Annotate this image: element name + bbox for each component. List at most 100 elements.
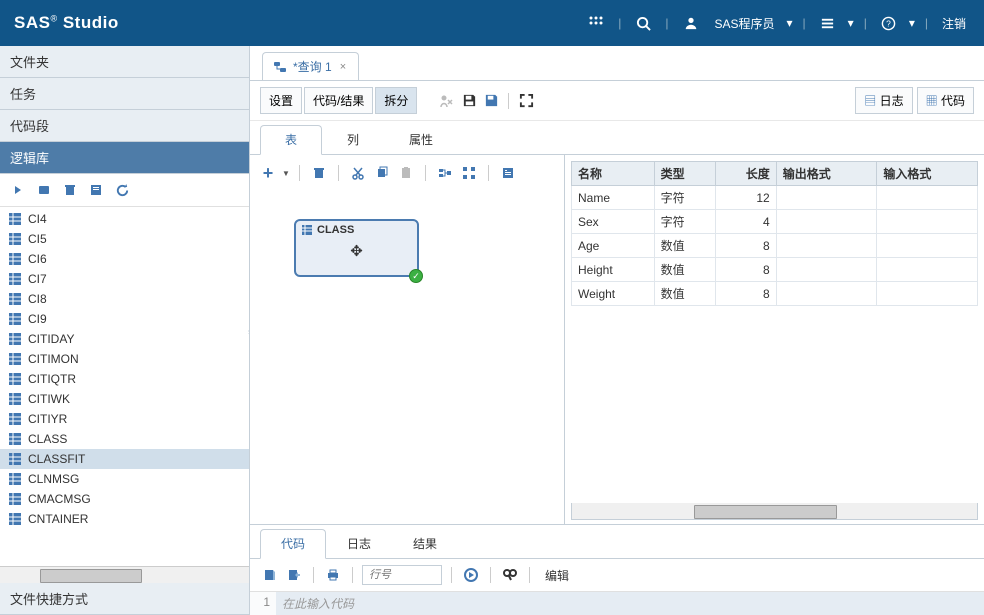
delete-icon[interactable] [60, 180, 80, 200]
open-icon[interactable] [260, 565, 280, 585]
add-icon[interactable]: + [258, 163, 278, 183]
dataset-icon [8, 472, 22, 486]
code-results-button[interactable]: 代码/结果 [304, 87, 373, 114]
dataset-icon [8, 252, 22, 266]
save-icon[interactable] [459, 91, 479, 111]
lineno-input[interactable] [362, 565, 442, 585]
settings-button[interactable]: 设置 [260, 87, 302, 114]
dataset-icon [8, 512, 22, 526]
section-folders[interactable]: 文件夹 [0, 46, 249, 78]
code-placeholder[interactable]: 在此输入代码 [276, 592, 984, 615]
col-header-length[interactable]: 长度 [715, 162, 776, 186]
panel-splitter[interactable]: ⋮ [246, 331, 250, 361]
table-row[interactable]: Sex字符4 [572, 210, 978, 234]
tab-code[interactable]: 代码 [260, 529, 326, 559]
columns-scrollbar[interactable] [571, 503, 978, 520]
editor-tabs: *查询 1 × [250, 46, 984, 81]
cut-icon[interactable] [348, 163, 368, 183]
tab-properties[interactable]: 属性 [384, 125, 458, 154]
tab-columns[interactable]: 列 [322, 125, 384, 154]
tree-item-citiyr[interactable]: CITIYR [0, 409, 249, 429]
section-shortcuts[interactable]: 文件快捷方式 [0, 583, 249, 615]
tree-item-ci8[interactable]: CI8 [0, 289, 249, 309]
col-header-name[interactable]: 名称 [572, 162, 655, 186]
query-icon [273, 60, 287, 74]
signout-button[interactable]: 注销 [938, 15, 970, 32]
col-header-informat[interactable]: 输入格式 [877, 162, 978, 186]
tab-table[interactable]: 表 [260, 125, 322, 155]
tree-item-citiwk[interactable]: CITIWK [0, 389, 249, 409]
svg-text:?: ? [886, 18, 891, 28]
col-header-outformat[interactable]: 输出格式 [776, 162, 877, 186]
table-row[interactable]: Name字符12 [572, 186, 978, 210]
table-row[interactable]: Weight数值8 [572, 282, 978, 306]
view-icon[interactable] [498, 163, 518, 183]
section-libraries[interactable]: 逻辑库 [0, 142, 249, 174]
more-icon[interactable] [816, 11, 840, 35]
programmer-icon[interactable] [679, 11, 703, 35]
table-node-class[interactable]: CLASS ✥ ✓ [294, 219, 419, 277]
tree-item-citimon[interactable]: CITIMON [0, 349, 249, 369]
tab-query-1[interactable]: *查询 1 × [262, 52, 359, 80]
tree-item-ci5[interactable]: CI5 [0, 229, 249, 249]
tab-log[interactable]: 日志 [326, 529, 392, 558]
tree-item-citiqtr[interactable]: CITIQTR [0, 369, 249, 389]
edit-label[interactable]: 编辑 [539, 567, 575, 584]
tree-item-clnmsg[interactable]: CLNMSG [0, 469, 249, 489]
code-editor[interactable]: 1 在此输入代码 [250, 591, 984, 615]
log-button[interactable]: ▤ 日志 [855, 87, 912, 114]
section-snippets[interactable]: 代码段 [0, 110, 249, 142]
tree-item-ci7[interactable]: CI7 [0, 269, 249, 289]
tree-scrollbar[interactable] [0, 566, 249, 583]
find-icon[interactable] [500, 565, 520, 585]
tree-item-cmacmsg[interactable]: CMACMSG [0, 489, 249, 509]
tree-item-cntainer[interactable]: CNTAINER [0, 509, 249, 529]
move-icon[interactable]: ✥ [350, 242, 363, 260]
columns-table: 名称 类型 长度 输出格式 输入格式 Name字符12Sex字符4Age数值8H… [571, 161, 978, 306]
app-logo: SAS® Studio [14, 13, 119, 33]
tree-item-label: CITIYR [28, 412, 67, 426]
library-tree[interactable]: CI4 CI5 CI6CI7CI8CI9CITIDAYCITIMONCITIQTR C… [0, 207, 249, 566]
tree-item-citiday[interactable]: CITIDAY [0, 329, 249, 349]
col-header-type[interactable]: 类型 [654, 162, 715, 186]
tree-item-ci4[interactable]: CI4 [0, 209, 249, 229]
section-tasks[interactable]: 任务 [0, 78, 249, 110]
tree-item-label: CNTAINER [28, 512, 88, 526]
query-canvas[interactable]: CLASS ✥ ✓ [258, 189, 556, 516]
layout-icon[interactable] [459, 163, 479, 183]
tree-item-class[interactable]: CLASS [0, 429, 249, 449]
tree-item-ci9[interactable]: CI9 [0, 309, 249, 329]
tab-results[interactable]: 结果 [392, 529, 458, 558]
refresh-icon[interactable] [112, 180, 132, 200]
apps-icon[interactable] [584, 11, 608, 35]
new-library-icon[interactable] [34, 180, 54, 200]
dataset-icon [8, 332, 22, 346]
table-row[interactable]: Height数值8 [572, 258, 978, 282]
fullscreen-icon[interactable] [516, 91, 536, 111]
help-icon[interactable]: ? [877, 11, 901, 35]
tree-item-label: CMACMSG [28, 492, 91, 506]
close-icon[interactable]: × [338, 61, 348, 73]
search-icon[interactable] [631, 11, 655, 35]
trash-icon[interactable] [309, 163, 329, 183]
app-header: SAS® Studio | | SAS程序员▾ | ▾ | ?▾ | 注销 [0, 0, 984, 46]
tree-item-label: CI5 [28, 232, 47, 246]
expand-icon[interactable] [8, 180, 28, 200]
user-menu[interactable]: SAS程序员 [711, 15, 779, 32]
table-row[interactable]: Age数值8 [572, 234, 978, 258]
saveas-icon[interactable] [481, 91, 501, 111]
goto-icon[interactable] [461, 565, 481, 585]
logo-text-sub: Studio [63, 13, 119, 32]
tree-item-label: CITIWK [28, 392, 70, 406]
navigation-panel: 文件夹 任务 代码段 逻辑库 CI4 CI5 CI6CI7CI8CI9CITIDAY… [0, 46, 250, 615]
properties-icon[interactable] [86, 180, 106, 200]
code-button[interactable]: ▦ 代码 [917, 87, 974, 114]
export-icon[interactable] [284, 565, 304, 585]
split-button[interactable]: 拆分 [375, 87, 417, 114]
join-icon[interactable] [435, 163, 455, 183]
query-canvas-area: +▼ CLASS [250, 155, 564, 524]
copy-icon[interactable] [372, 163, 392, 183]
print-icon[interactable] [323, 565, 343, 585]
tree-item-ci6[interactable]: CI6 [0, 249, 249, 269]
tree-item-classfit[interactable]: CLASSFIT [0, 449, 249, 469]
